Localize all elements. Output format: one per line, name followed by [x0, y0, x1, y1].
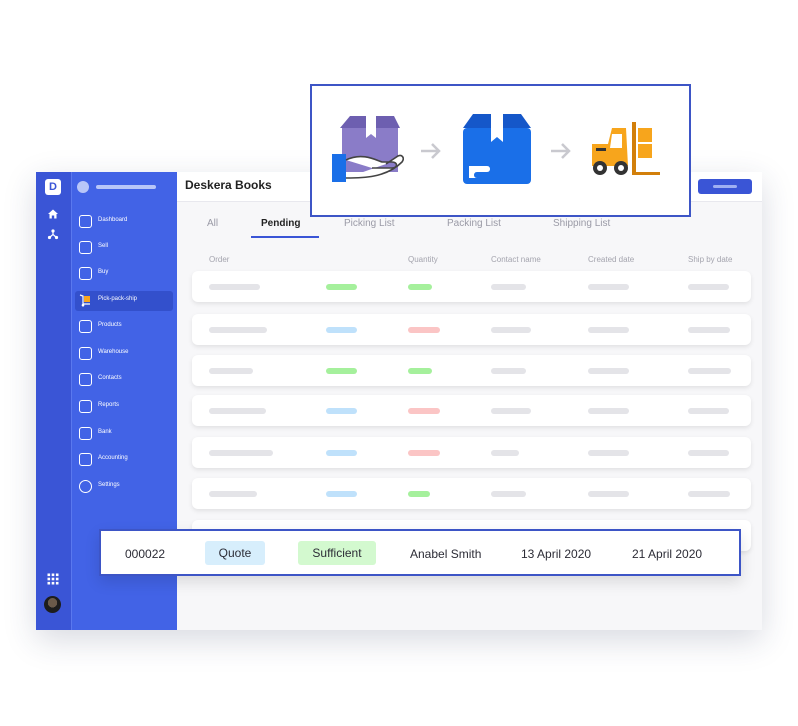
- sidebar-item-settings[interactable]: Settings: [75, 477, 173, 497]
- primary-action-button[interactable]: [698, 179, 752, 194]
- sidebar-item-label: Dashboard: [98, 217, 128, 223]
- sidebar-item-contacts[interactable]: Contacts: [75, 370, 173, 390]
- gear-icon: [79, 480, 92, 493]
- sidebar-item-label: Buy: [98, 269, 109, 275]
- table-row[interactable]: [192, 478, 751, 509]
- ship-by-date: 21 April 2020: [632, 547, 703, 561]
- deskera-logo[interactable]: D: [45, 179, 61, 195]
- icon-rail: D: [36, 172, 71, 630]
- dashboard-icon: [79, 215, 92, 228]
- sidebar-item-dashboard[interactable]: Dashboard: [75, 212, 173, 232]
- sidebar-item-sell[interactable]: Sell: [75, 238, 173, 258]
- user-avatar[interactable]: [44, 596, 61, 613]
- sidebar-item-label: Accounting: [98, 455, 128, 461]
- table-row[interactable]: [192, 437, 751, 468]
- sidebar-item-label: Bank: [98, 429, 112, 435]
- sidebar-item-label: Sell: [98, 243, 109, 249]
- column-header-quantity[interactable]: Quantity: [408, 255, 438, 264]
- home-icon[interactable]: [47, 208, 59, 220]
- tab-packing-list[interactable]: Packing List: [447, 218, 501, 229]
- tab-pending[interactable]: Pending: [261, 218, 300, 229]
- truck-icon: [79, 347, 92, 360]
- order-number: 000022: [125, 547, 166, 561]
- tab-picking-list[interactable]: Picking List: [344, 218, 395, 229]
- sidebar-item-buy[interactable]: Buy: [75, 264, 173, 284]
- wallet-icon: [79, 267, 92, 280]
- column-header-order[interactable]: Order: [209, 255, 229, 264]
- arrow-right-icon: [421, 143, 441, 159]
- sidebar-item-bank[interactable]: Bank: [75, 424, 173, 444]
- apps-grid-icon[interactable]: [47, 573, 59, 585]
- highlighted-order-row[interactable]: 000022 Quote Sufficient Anabel Smith 13 …: [99, 529, 741, 576]
- quantity-status-badge: Sufficient: [298, 541, 376, 565]
- column-header-created-date[interactable]: Created date: [588, 255, 634, 264]
- table-row[interactable]: [192, 355, 751, 386]
- sidebar-item-accounting[interactable]: Accounting: [75, 450, 173, 470]
- sidebar-item-label: Pick-pack-ship: [98, 296, 138, 302]
- arrow-right-icon: [551, 143, 571, 159]
- table-row[interactable]: [192, 395, 751, 426]
- forklift-icon: [592, 122, 660, 175]
- column-header-contact-name[interactable]: Contact name: [491, 255, 541, 264]
- sidebar-item-pick-pack-ship[interactable]: Pick-pack-ship: [75, 291, 173, 311]
- sidebar-item-label: Reports: [98, 402, 120, 408]
- created-date: 13 April 2020: [521, 547, 592, 561]
- table-row[interactable]: [192, 314, 751, 345]
- sidebar-item-label: Warehouse: [98, 349, 129, 355]
- column-header-ship-by-date[interactable]: Ship by date: [688, 255, 732, 264]
- sidebar-item-label: Contacts: [98, 375, 122, 381]
- calculator-icon: [79, 453, 92, 466]
- contact-name: Anabel Smith: [410, 547, 482, 561]
- network-icon[interactable]: [47, 228, 59, 240]
- pick-pack-ship-flow-card: [310, 84, 691, 217]
- org-name-placeholder: [96, 185, 156, 189]
- app-title: Deskera Books: [185, 178, 272, 192]
- chart-icon: [79, 400, 92, 413]
- hand-truck-icon: [79, 294, 90, 307]
- bank-icon: [79, 427, 92, 440]
- sidebar-item-reports[interactable]: Reports: [75, 397, 173, 417]
- order-type-badge: Quote: [205, 541, 265, 565]
- sidebar-item-label: Settings: [98, 482, 120, 488]
- sidebar-item-products[interactable]: Products: [75, 317, 173, 337]
- active-tab-indicator: [251, 236, 319, 238]
- sidebar-item-label: Products: [98, 322, 122, 328]
- sidebar-item-warehouse[interactable]: Warehouse: [75, 344, 173, 364]
- table-row[interactable]: [192, 271, 751, 302]
- tab-shipping-list[interactable]: Shipping List: [553, 218, 610, 229]
- contact-card-icon: [79, 373, 92, 386]
- tab-all[interactable]: All: [207, 218, 218, 229]
- box-icon: [79, 320, 92, 333]
- org-avatar[interactable]: [77, 181, 89, 193]
- package-in-hand-icon: [332, 116, 404, 182]
- packed-box-icon: [463, 114, 531, 184]
- tag-icon: [79, 241, 92, 254]
